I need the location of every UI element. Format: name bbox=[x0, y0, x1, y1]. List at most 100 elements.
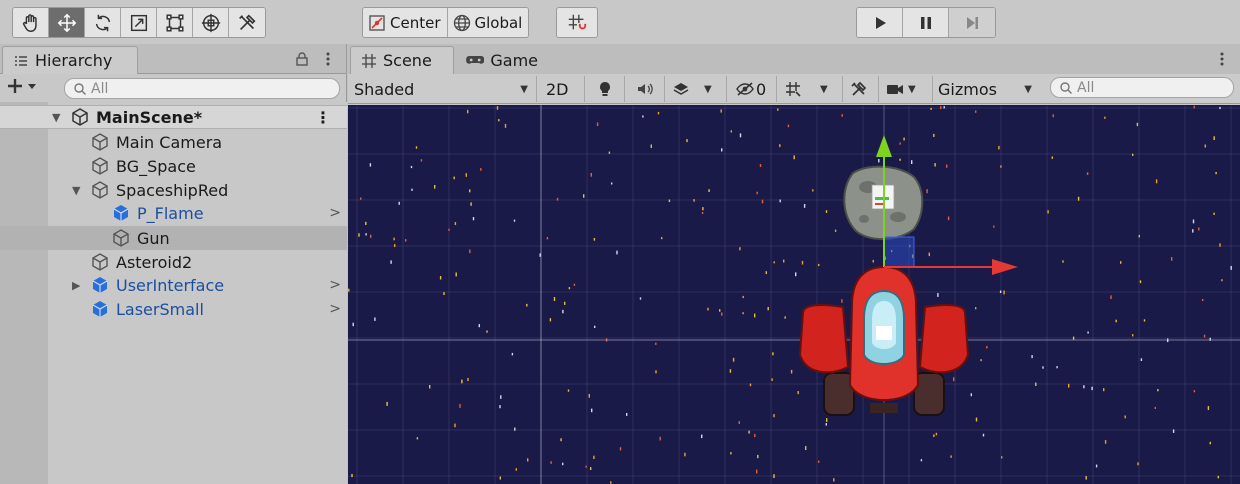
globe-icon bbox=[453, 14, 470, 31]
move-tool-button[interactable] bbox=[49, 8, 85, 37]
pivot-center-button[interactable]: Center bbox=[363, 8, 448, 37]
gameobject-cube-icon bbox=[92, 181, 108, 199]
rotate-icon bbox=[95, 14, 110, 31]
layers-icon bbox=[673, 83, 689, 95]
shading-mode-dropdown[interactable]: Shaded ▼ bbox=[354, 76, 530, 102]
prefab-cube-icon bbox=[92, 301, 108, 317]
tree-item-label: Gun bbox=[137, 228, 170, 248]
eye-slash-icon bbox=[736, 82, 754, 96]
tree-item-label: Main Camera bbox=[116, 132, 223, 152]
hierarchy-search-input[interactable] bbox=[91, 80, 291, 97]
hierarchy-search-field[interactable] bbox=[64, 78, 340, 99]
kebab-menu-icon[interactable] bbox=[1214, 51, 1230, 67]
hidden-objects-toggle[interactable]: 0 bbox=[736, 76, 766, 102]
chevron-right-icon[interactable]: > bbox=[329, 277, 341, 293]
hand-tool-button[interactable] bbox=[13, 8, 49, 37]
grid-dropdown[interactable]: ▼ bbox=[784, 76, 828, 102]
pause-button[interactable] bbox=[903, 8, 949, 37]
play-controls bbox=[856, 7, 996, 38]
scene-row[interactable]: ▼ MainScene* ⋮ bbox=[0, 105, 347, 129]
search-icon bbox=[1060, 81, 1072, 94]
lock-icon[interactable] bbox=[294, 51, 310, 67]
scene-menu-icon[interactable]: ⋮ bbox=[315, 108, 331, 127]
transform-tool-button[interactable] bbox=[193, 8, 229, 37]
chevron-down-icon: ▼ bbox=[1024, 83, 1032, 95]
hierarchy-tree: ▼ MainScene* ⋮ Main Camera BG_Space ▼ Sp… bbox=[0, 102, 347, 484]
scene-name: MainScene* bbox=[96, 107, 203, 127]
effects-dropdown[interactable]: ▼ bbox=[672, 76, 712, 102]
tab-scene-label: Scene bbox=[383, 51, 432, 70]
kebab-menu-icon[interactable] bbox=[320, 51, 336, 67]
pivot-global-button[interactable]: Global bbox=[447, 8, 529, 37]
grid-snap-button[interactable] bbox=[557, 8, 597, 37]
snap-group bbox=[556, 7, 598, 38]
chevron-down-icon: ▼ bbox=[820, 83, 828, 95]
separator bbox=[664, 76, 665, 102]
lighting-toggle[interactable] bbox=[596, 76, 614, 102]
rotate-tool-button[interactable] bbox=[85, 8, 121, 37]
grid-snap-icon bbox=[786, 82, 801, 97]
gameobject-cube-icon bbox=[92, 157, 108, 175]
step-icon bbox=[967, 16, 978, 29]
scene-search-input[interactable] bbox=[1077, 79, 1227, 96]
custom-tool-button[interactable] bbox=[229, 8, 265, 37]
scene-viewport[interactable] bbox=[348, 105, 1240, 484]
list-icon bbox=[15, 55, 27, 66]
tree-item-asteroid2[interactable]: Asteroid2 bbox=[0, 250, 347, 274]
expand-arrow-icon[interactable]: ▼ bbox=[72, 184, 80, 197]
grid-icon bbox=[362, 53, 376, 68]
play-button[interactable] bbox=[857, 8, 903, 37]
tree-item-label: SpaceshipRed bbox=[116, 180, 229, 200]
rect-transform-icon bbox=[165, 13, 184, 32]
speaker-icon bbox=[638, 83, 653, 95]
separator bbox=[624, 76, 625, 102]
tree-item-lasersmall[interactable]: LaserSmall > bbox=[0, 297, 347, 321]
pivot-center-label: Center bbox=[390, 13, 441, 32]
tree-item-p-flame[interactable]: P_Flame > bbox=[0, 201, 347, 225]
tree-item-gun[interactable]: Gun bbox=[0, 226, 347, 250]
tree-item-main-camera[interactable]: Main Camera bbox=[0, 130, 347, 154]
tools-icon bbox=[239, 13, 256, 30]
tools-icon bbox=[851, 81, 867, 96]
pivot-center-icon bbox=[369, 14, 385, 31]
scene-panel: Scene Game Shaded ▼ 2D ▼ 0 ▼ ▼ Gizmos ▼ … bbox=[348, 44, 1240, 484]
separator bbox=[536, 76, 537, 102]
tree-item-label: UserInterface bbox=[116, 275, 225, 295]
expand-arrow-icon[interactable]: ▼ bbox=[52, 111, 60, 124]
chevron-right-icon[interactable]: > bbox=[329, 205, 341, 221]
separator bbox=[932, 76, 933, 102]
tree-item-spaceshipred[interactable]: ▼ SpaceshipRed bbox=[0, 178, 347, 202]
prefab-cube-icon bbox=[92, 277, 108, 293]
mode-2d-label: 2D bbox=[546, 79, 569, 99]
camera-dropdown[interactable]: ▼ bbox=[886, 76, 916, 102]
tree-item-bg-space[interactable]: BG_Space bbox=[0, 154, 347, 178]
scene-tools-toggle[interactable] bbox=[850, 76, 868, 102]
rect-tool-button[interactable] bbox=[157, 8, 193, 37]
separator bbox=[842, 76, 843, 102]
tab-scene[interactable]: Scene bbox=[350, 46, 454, 74]
tab-game[interactable]: Game bbox=[456, 46, 548, 74]
step-button[interactable] bbox=[949, 8, 995, 37]
separator bbox=[776, 76, 777, 102]
expand-arrow-icon[interactable]: ▶ bbox=[72, 279, 80, 292]
scale-tool-button[interactable] bbox=[121, 8, 157, 37]
hierarchy-tabbar: Hierarchy bbox=[0, 44, 346, 74]
chevron-right-icon[interactable]: > bbox=[329, 301, 341, 317]
hierarchy-panel: Hierarchy ▼ MainScene* ⋮ Main Camera BG_ bbox=[0, 44, 347, 484]
separator bbox=[726, 76, 727, 102]
transform-tools bbox=[12, 7, 266, 38]
tab-hierarchy[interactable]: Hierarchy bbox=[2, 46, 138, 74]
tree-item-userinterface[interactable]: ▶ UserInterface > bbox=[0, 273, 347, 297]
tree-item-label: Asteroid2 bbox=[116, 252, 193, 272]
tree-item-label: LaserSmall bbox=[116, 299, 204, 319]
scene-search-field[interactable] bbox=[1050, 77, 1234, 98]
audio-toggle[interactable] bbox=[636, 76, 654, 102]
create-button[interactable] bbox=[6, 77, 38, 95]
gameobject-cube-icon bbox=[113, 229, 129, 247]
gizmos-dropdown[interactable]: Gizmos ▼ bbox=[938, 76, 1036, 102]
prefab-cube-icon bbox=[113, 205, 129, 221]
mode-2d-toggle[interactable]: 2D bbox=[546, 76, 569, 102]
search-icon bbox=[74, 82, 86, 95]
unity-scene-icon bbox=[72, 108, 88, 126]
pause-icon bbox=[920, 16, 931, 29]
